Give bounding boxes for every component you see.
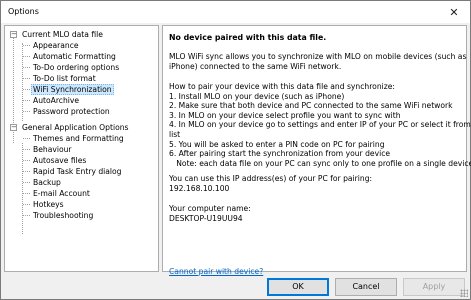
tree-item-current-data-file[interactable]: Current MLO data file <box>20 29 105 40</box>
tree-item-themes[interactable]: Themes and Formatting <box>31 133 126 144</box>
computer-name-value: DESKTOP-U19UU94 <box>169 213 243 223</box>
apply-button[interactable]: Apply <box>403 278 465 296</box>
computer-name-label: Your computer name: <box>169 204 251 213</box>
title-bar: Options ✕ <box>1 1 470 23</box>
computer-info: Your computer name: DESKTOP-U19UU94 <box>169 204 461 223</box>
ok-button[interactable]: OK <box>267 278 329 296</box>
tree-item-troubleshooting[interactable]: Troubleshooting <box>31 210 95 221</box>
options-dialog: Options ✕ − Current MLO data file Appear… <box>0 0 471 300</box>
tree-item-rapid-task-entry[interactable]: Rapid Task Entry dialog <box>31 166 124 177</box>
tree-item-automatic-formatting[interactable]: Automatic Formatting <box>31 51 118 62</box>
wifi-sync-panel: No device paired with this data file. ML… <box>162 25 471 276</box>
ip-label: You can use this IP address(es) of your … <box>169 174 373 183</box>
tree-item-autosave[interactable]: Autosave files <box>31 155 88 166</box>
tree-item-todo-list-format[interactable]: To-Do list format <box>31 73 98 84</box>
tree-item-hotkeys[interactable]: Hotkeys <box>31 199 66 210</box>
collapse-icon[interactable]: − <box>10 31 17 38</box>
tree-item-todo-ordering[interactable]: To-Do ordering options <box>31 62 121 73</box>
ip-info: You can use this IP address(es) of your … <box>169 174 461 193</box>
options-tree[interactable]: − Current MLO data file Appearance Autom… <box>4 25 159 272</box>
tree-item-appearance[interactable]: Appearance <box>31 40 81 51</box>
tree-item-email-account[interactable]: E-mail Account <box>31 188 92 199</box>
tree-item-wifi-sync[interactable]: WiFi Synchronization <box>31 84 114 95</box>
tree-item-autoarchive[interactable]: AutoArchive <box>31 95 81 106</box>
ip-value: 192.168.10.100 <box>169 183 230 193</box>
cannot-pair-link[interactable]: Cannot pair with device? <box>169 267 263 276</box>
close-icon[interactable]: ✕ <box>438 1 470 23</box>
tree-item-general-options[interactable]: General Application Options <box>20 122 130 133</box>
panel-heading: No device paired with this data file. <box>169 33 327 42</box>
resize-grip-icon[interactable] <box>460 289 468 297</box>
pairing-steps: How to pair your device with this data f… <box>169 82 471 168</box>
collapse-icon[interactable]: − <box>10 124 17 131</box>
tree-item-backup[interactable]: Backup <box>31 177 63 188</box>
window-title: Options <box>8 7 39 16</box>
tree-item-password-protection[interactable]: Password protection <box>31 106 112 117</box>
intro-text: MLO WiFi sync allows you to synchronize … <box>169 52 467 71</box>
cancel-button[interactable]: Cancel <box>335 278 397 296</box>
tree-item-behaviour[interactable]: Behaviour <box>31 144 74 155</box>
